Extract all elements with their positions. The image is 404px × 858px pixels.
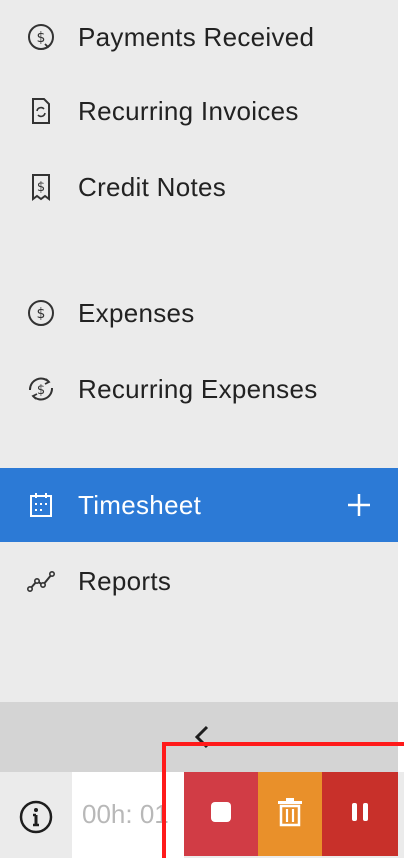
stop-icon (209, 800, 233, 829)
line-chart-icon (26, 566, 56, 596)
chevron-left-icon[interactable] (190, 722, 214, 752)
stop-timer-button[interactable] (184, 772, 258, 856)
right-edge (398, 0, 404, 858)
sidebar-screen: $ Payments Received Recurring Invoices $… (0, 0, 404, 858)
sidebar-item-recurring-invoices[interactable]: Recurring Invoices (0, 74, 398, 148)
pause-icon (348, 800, 372, 829)
calendar-icon (26, 490, 56, 520)
sidebar-item-reports[interactable]: Reports (0, 544, 398, 618)
document-dollar-icon: $ (26, 172, 56, 202)
svg-text:$: $ (37, 383, 45, 398)
sidebar-item-recurring-expenses[interactable]: $ Recurring Expenses (0, 352, 398, 426)
pause-timer-button[interactable] (322, 772, 398, 856)
info-icon[interactable] (18, 799, 54, 835)
dollar-recurring-icon: $ (26, 374, 56, 404)
plus-icon[interactable] (346, 492, 372, 518)
trash-icon (277, 797, 303, 832)
sidebar-item-label: Payments Received (78, 21, 315, 52)
sidebar-item-label: Expenses (78, 297, 195, 328)
timer-display: 00h: 01 (72, 772, 184, 858)
document-recurring-icon (26, 96, 56, 126)
dollar-circle-arrow-icon: $ (26, 22, 56, 52)
sidebar-item-label: Reports (78, 565, 172, 596)
delete-timer-button[interactable] (258, 772, 322, 856)
sidebar-item-expenses[interactable]: $ Expenses (0, 276, 398, 350)
sidebar-item-label: Credit Notes (78, 171, 227, 202)
sidebar-item-timesheet[interactable]: Timesheet (0, 468, 398, 542)
svg-text:$: $ (37, 306, 46, 322)
sidebar-item-label: Recurring Invoices (78, 95, 299, 126)
sidebar-item-payments-received[interactable]: $ Payments Received (0, 0, 398, 74)
svg-text:$: $ (37, 30, 46, 46)
sidebar-item-label: Recurring Expenses (78, 373, 318, 404)
dollar-circle-icon: $ (26, 298, 56, 328)
sidebar-item-label: Timesheet (78, 489, 202, 520)
sidebar-item-credit-notes[interactable]: $ Credit Notes (0, 150, 398, 224)
timer-value: 00h: 01 (82, 799, 169, 829)
svg-text:$: $ (37, 180, 45, 195)
